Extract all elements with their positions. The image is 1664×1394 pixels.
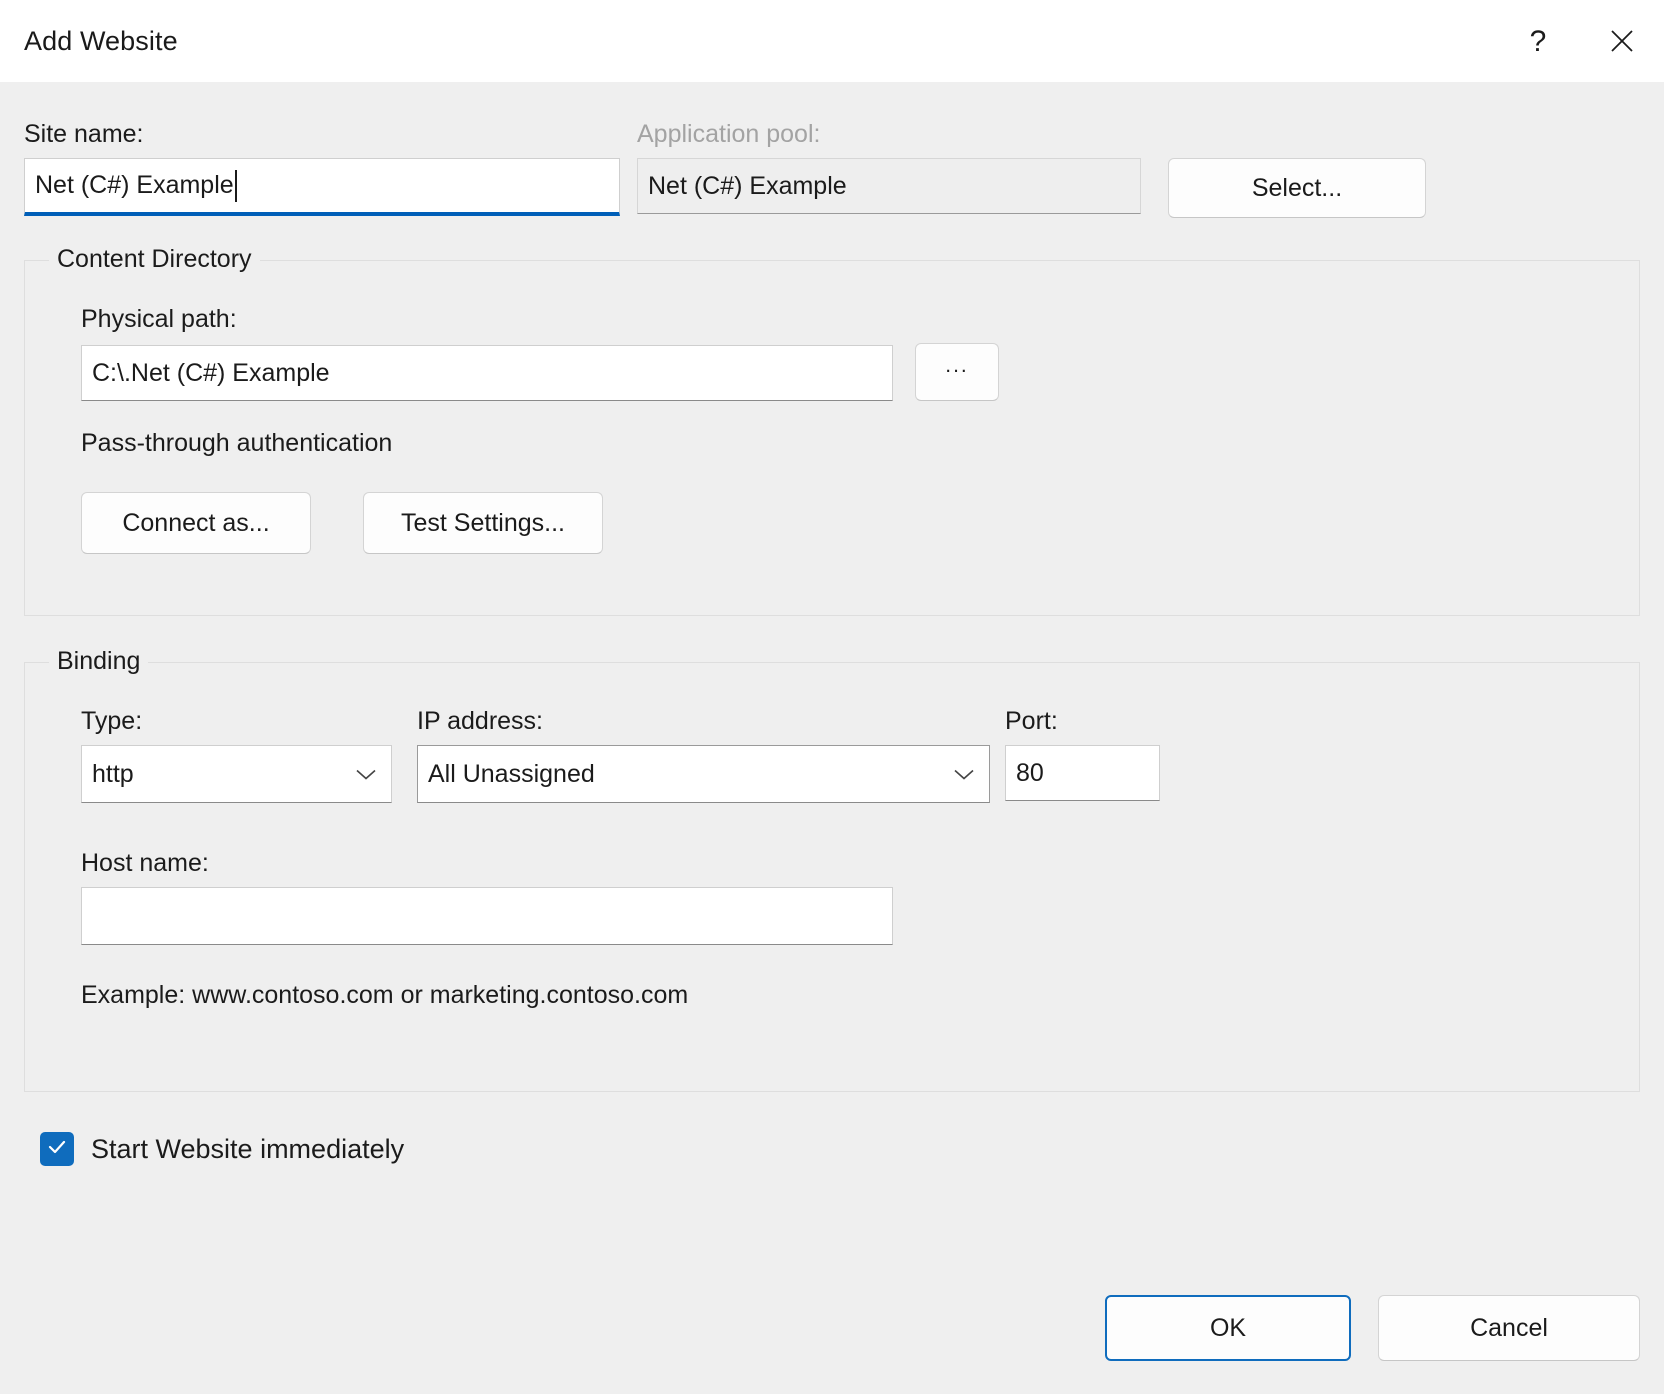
text-caret bbox=[234, 169, 237, 202]
binding-fields-row: Type: http IP address: All Unassigned Po… bbox=[81, 705, 1639, 803]
test-settings-button[interactable]: Test Settings... bbox=[363, 492, 603, 554]
host-name-input[interactable] bbox=[81, 887, 893, 945]
content-directory-group: Content Directory Physical path: C:\.Net… bbox=[24, 243, 1640, 616]
binding-group: Binding Type: http IP address: All Unass… bbox=[24, 645, 1640, 1092]
connect-as-button[interactable]: Connect as... bbox=[81, 492, 311, 554]
start-website-label: Start Website immediately bbox=[91, 1133, 405, 1164]
svg-text:?: ? bbox=[1530, 26, 1547, 56]
top-fields-row: Site name: Net (C#) Example Application … bbox=[24, 82, 1640, 218]
application-pool-group: Application pool: Net (C#) Example bbox=[637, 118, 1141, 218]
pass-through-authentication-label: Pass-through authentication bbox=[81, 429, 393, 457]
window-title: Add Website bbox=[24, 25, 178, 56]
help-button[interactable]: ? bbox=[1496, 0, 1580, 82]
physical-path-input[interactable]: C:\.Net (C#) Example bbox=[81, 345, 893, 401]
content-directory-title: Content Directory bbox=[49, 243, 260, 275]
ok-button[interactable]: OK bbox=[1105, 1295, 1351, 1361]
close-icon bbox=[1607, 26, 1637, 56]
binding-type-value: http bbox=[92, 759, 134, 788]
binding-type-label: Type: bbox=[81, 707, 143, 735]
binding-ip-value: All Unassigned bbox=[428, 759, 595, 788]
close-button[interactable] bbox=[1580, 0, 1664, 82]
binding-type-group: Type: http bbox=[81, 705, 392, 803]
titlebar-controls: ? bbox=[1496, 0, 1664, 82]
binding-port-value: 80 bbox=[1016, 758, 1044, 787]
site-name-value: Net (C#) Example bbox=[35, 171, 234, 199]
site-name-label: Site name: bbox=[24, 120, 144, 148]
cancel-button[interactable]: Cancel bbox=[1378, 1295, 1640, 1361]
question-mark-icon: ? bbox=[1525, 26, 1551, 56]
host-name-label: Host name: bbox=[81, 849, 209, 877]
application-pool-input: Net (C#) Example bbox=[637, 158, 1141, 214]
physical-path-label: Physical path: bbox=[81, 305, 237, 333]
binding-port-label: Port: bbox=[1005, 707, 1058, 735]
host-name-example: Example: www.contoso.com or marketing.co… bbox=[81, 981, 689, 1009]
binding-title: Binding bbox=[49, 645, 149, 677]
binding-ip-group: IP address: All Unassigned bbox=[417, 705, 990, 803]
binding-ip-label: IP address: bbox=[417, 707, 544, 735]
checkmark-icon bbox=[46, 1136, 68, 1163]
auth-buttons-row: Connect as... Test Settings... bbox=[81, 492, 1639, 554]
select-button-wrapper: Select... bbox=[1168, 118, 1426, 218]
site-name-input[interactable]: Net (C#) Example bbox=[24, 158, 620, 216]
binding-port-input[interactable]: 80 bbox=[1005, 745, 1160, 801]
dialog-body: Site name: Net (C#) Example Application … bbox=[0, 82, 1664, 1394]
chevron-down-icon bbox=[953, 760, 975, 789]
dialog-footer: OK Cancel bbox=[1105, 1295, 1640, 1361]
application-pool-label: Application pool: bbox=[637, 120, 821, 148]
site-name-group: Site name: Net (C#) Example bbox=[24, 118, 620, 218]
chevron-down-icon bbox=[355, 760, 377, 789]
binding-ip-select[interactable]: All Unassigned bbox=[417, 745, 990, 803]
start-website-checkbox[interactable] bbox=[40, 1132, 74, 1166]
application-pool-value: Net (C#) Example bbox=[648, 171, 847, 200]
physical-path-value: C:\.Net (C#) Example bbox=[92, 358, 330, 387]
start-website-row[interactable]: Start Website immediately bbox=[40, 1132, 1640, 1166]
title-bar: Add Website ? bbox=[0, 0, 1664, 82]
binding-port-group: Port: 80 bbox=[1005, 705, 1160, 801]
select-app-pool-button[interactable]: Select... bbox=[1168, 158, 1426, 218]
physical-path-row: C:\.Net (C#) Example ... bbox=[81, 343, 1639, 401]
binding-type-select[interactable]: http bbox=[81, 745, 392, 803]
browse-folder-button[interactable]: ... bbox=[915, 343, 999, 401]
